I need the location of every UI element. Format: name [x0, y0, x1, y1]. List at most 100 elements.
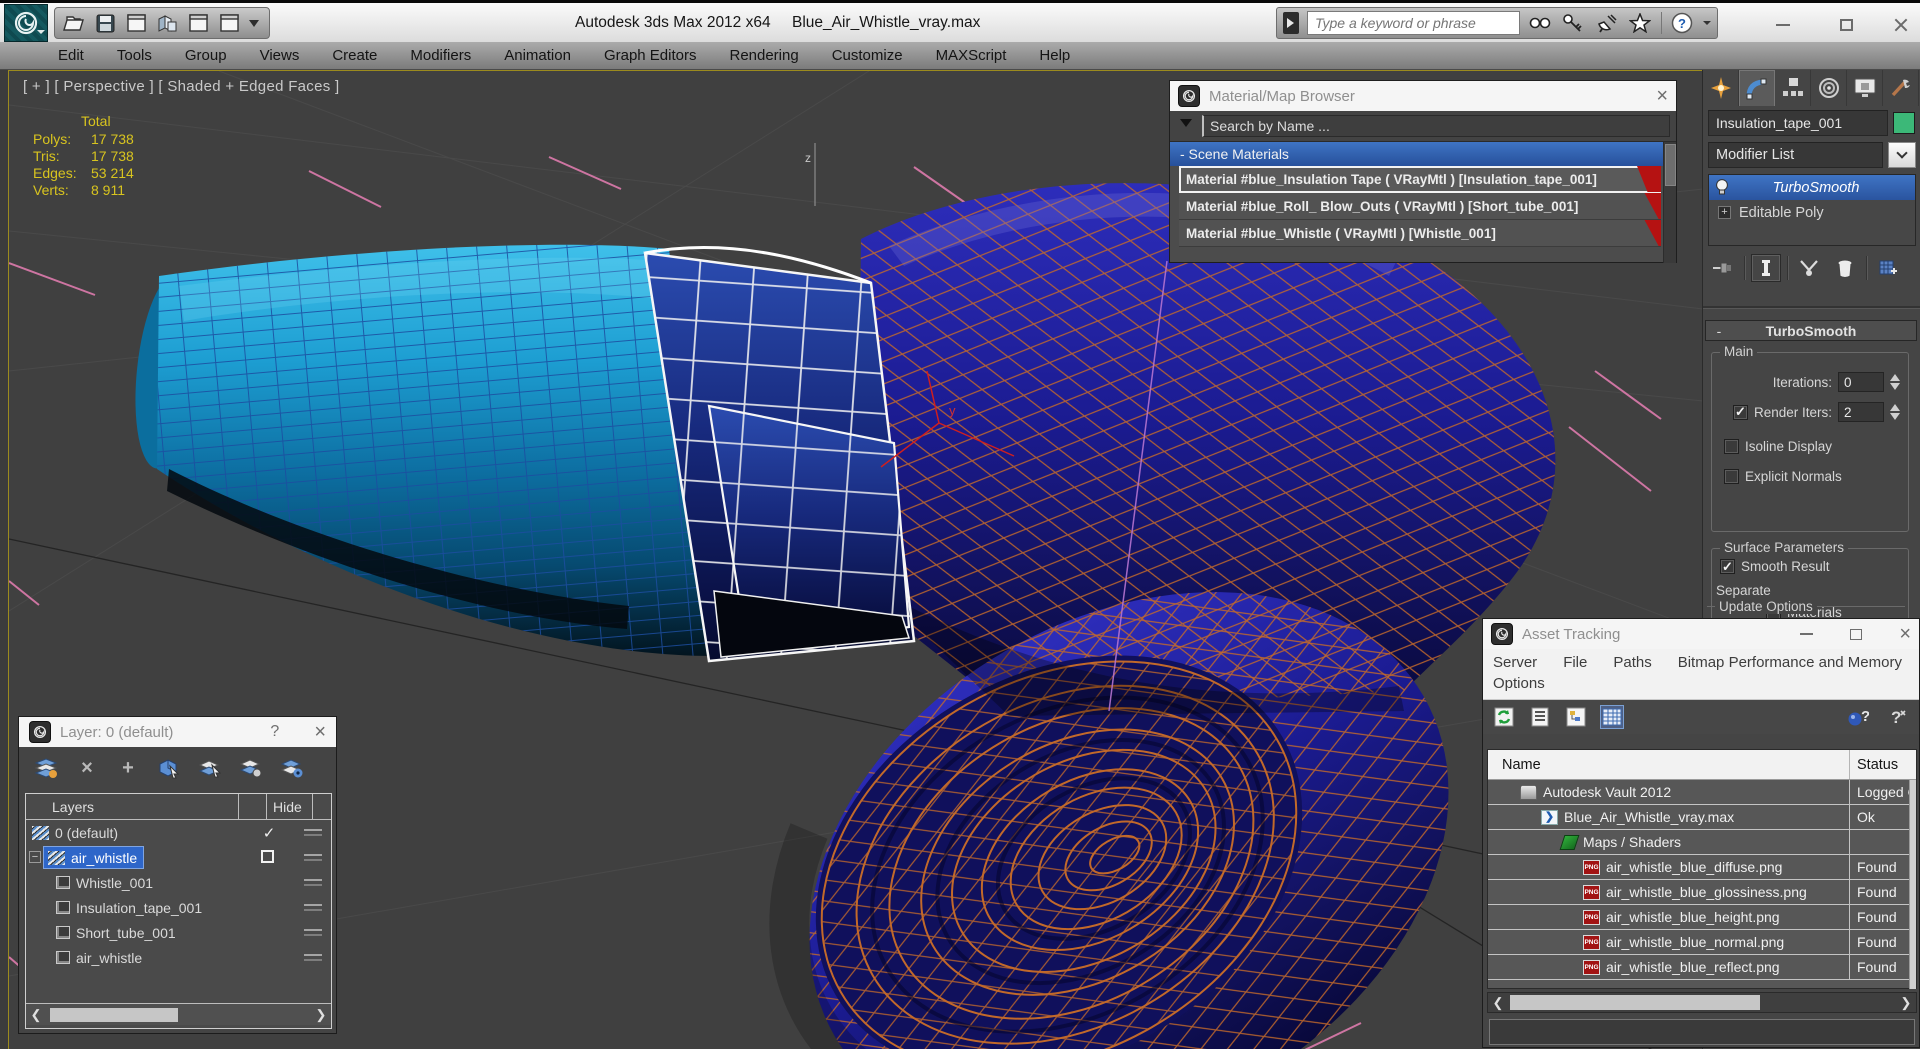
menu-item[interactable]: MAXScript — [936, 47, 1007, 64]
scrollbar-thumb[interactable] — [50, 1007, 178, 1022]
asset-row[interactable]: air_whistle_blue_height.png Found — [1488, 905, 1916, 930]
window-icon-a[interactable] — [187, 13, 209, 33]
show-end-result-icon[interactable] — [1751, 254, 1781, 282]
select-objects-icon[interactable] — [156, 756, 182, 780]
window-icon-b[interactable] — [218, 13, 240, 33]
layer-dash-mark[interactable] — [304, 954, 322, 961]
layer-mark[interactable] — [261, 824, 277, 842]
modifier-list-dropdown[interactable]: Modifier List — [1708, 142, 1884, 168]
remove-modifier-icon[interactable] — [1830, 254, 1860, 282]
layer-dash-mark[interactable] — [304, 879, 322, 886]
material-filter-icon[interactable] — [1176, 116, 1196, 136]
search-icon[interactable] — [1528, 11, 1553, 35]
material-item[interactable]: Material #blue_Insulation Tape ( VRayMtl… — [1179, 166, 1661, 193]
asset-row[interactable]: air_whistle_blue_normal.png Found — [1488, 930, 1916, 955]
make-unique-icon[interactable] — [1794, 254, 1824, 282]
layer-dash-mark[interactable] — [304, 854, 322, 861]
scroll-left-icon[interactable]: ❮ — [26, 1004, 46, 1025]
maximize-button[interactable] — [1831, 15, 1861, 35]
scroll-right-icon[interactable]: ❯ — [311, 1004, 331, 1025]
column-current[interactable] — [238, 794, 266, 819]
asset-vertical-scrollbar[interactable] — [1909, 780, 1916, 989]
highlight-layer-icon[interactable] — [238, 756, 264, 780]
asset-menu-item[interactable]: Paths — [1613, 654, 1651, 671]
material-browser-titlebar[interactable]: Material/Map Browser × — [1170, 81, 1676, 111]
menu-item[interactable]: Animation — [504, 47, 571, 64]
scroll-right-icon[interactable]: ❯ — [1896, 993, 1916, 1012]
asset-row[interactable]: Maps / Shaders — [1488, 830, 1916, 855]
material-item[interactable]: Material #blue_Roll_ Blow_Outs ( VRayMtl… — [1179, 193, 1661, 220]
menu-item[interactable]: Create — [332, 47, 377, 64]
scene-materials-header[interactable]: - Scene Materials — [1170, 142, 1664, 166]
layer-row[interactable]: − Short_tube_001 — [26, 920, 331, 945]
menu-item[interactable]: Customize — [832, 47, 903, 64]
menu-item[interactable]: Views — [260, 47, 300, 64]
object-name-field[interactable]: Insulation_tape_001 — [1708, 110, 1888, 136]
subscription-key-icon[interactable] — [1561, 11, 1586, 35]
layer-dash-mark[interactable] — [304, 929, 322, 936]
column-extra[interactable] — [312, 794, 331, 819]
scrollbar-thumb[interactable] — [1510, 995, 1760, 1010]
column-name[interactable]: Name — [1488, 757, 1849, 773]
asset-row[interactable]: air_whistle_blue_reflect.png Found — [1488, 955, 1916, 980]
help-sphere-icon[interactable]: ? — [1846, 705, 1870, 729]
close-button[interactable] — [1886, 15, 1916, 35]
refresh-icon[interactable] — [1492, 705, 1516, 729]
communication-center-icon[interactable] — [1594, 11, 1619, 35]
viewport-label[interactable]: [ + ] [ Perspective ] [ Shaded + Edged F… — [23, 78, 339, 95]
layer-row[interactable]: − air_whistle — [26, 845, 331, 870]
layer-dash-mark[interactable] — [304, 829, 322, 836]
object-color-swatch[interactable] — [1893, 112, 1915, 134]
help-dropdown-icon[interactable] — [1703, 21, 1711, 29]
layer-row[interactable]: − 0 (default) — [26, 820, 331, 845]
new-scene-icon[interactable] — [125, 13, 147, 33]
configure-modifier-sets-icon[interactable] — [1873, 254, 1903, 282]
tab-create-icon[interactable] — [1703, 70, 1739, 106]
menu-item[interactable]: Help — [1039, 47, 1070, 64]
tab-motion-icon[interactable] — [1811, 70, 1847, 106]
collapse-icon[interactable]: - — [1706, 323, 1732, 339]
modifier-list-chevron-icon[interactable] — [1888, 142, 1916, 168]
expander-icon[interactable]: − — [29, 851, 41, 863]
delete-layer-icon[interactable]: × — [74, 756, 100, 780]
search-input[interactable] — [1307, 11, 1520, 35]
list-view-icon[interactable] — [1528, 705, 1552, 729]
save-file-icon[interactable] — [94, 13, 116, 33]
asset-horizontal-scrollbar[interactable]: ❮ ❯ — [1487, 992, 1917, 1013]
add-to-layer-icon[interactable]: + — [115, 756, 141, 780]
asset-close-icon[interactable]: × — [1899, 624, 1911, 644]
tab-modify-icon[interactable] — [1739, 70, 1775, 106]
layer-row[interactable]: − air_whistle — [26, 945, 331, 970]
render-iters-checkbox[interactable] — [1732, 404, 1748, 420]
app-menu-button[interactable] — [4, 4, 48, 42]
expand-plus-icon[interactable]: + — [1718, 206, 1731, 219]
asset-maximize-icon[interactable] — [1850, 628, 1863, 640]
asset-row[interactable]: Blue_Air_Whistle_vray.max Ok — [1488, 805, 1916, 830]
manage-scenes-icon[interactable] — [156, 13, 178, 33]
layer-panel-titlebar[interactable]: Layer: 0 (default) ? × — [19, 717, 336, 747]
isoline-checkbox[interactable] — [1724, 439, 1739, 454]
toolbar-dropdown-icon[interactable] — [249, 20, 259, 32]
layer-mark[interactable] — [261, 850, 274, 863]
menu-item[interactable]: Modifiers — [410, 47, 471, 64]
render-iters-field[interactable]: 2 — [1838, 402, 1884, 422]
tab-utilities-icon[interactable] — [1883, 70, 1919, 106]
render-iters-spinner[interactable] — [1890, 399, 1900, 425]
layer-properties-icon[interactable] — [279, 756, 305, 780]
layer-horizontal-scrollbar[interactable]: ❮ ❯ — [26, 1003, 331, 1025]
help-icon[interactable]: ? — [1670, 11, 1695, 35]
new-layer-icon[interactable] — [33, 756, 59, 780]
menu-item[interactable]: Edit — [58, 47, 84, 64]
rollout-header[interactable]: - TurboSmooth — [1705, 320, 1917, 341]
tab-hierarchy-icon[interactable] — [1775, 70, 1811, 106]
asset-menu-item[interactable]: Server — [1493, 654, 1537, 671]
asset-row[interactable]: air_whistle_blue_glossiness.png Found — [1488, 880, 1916, 905]
stack-item-turbosmooth[interactable]: TurboSmooth — [1709, 175, 1915, 200]
material-list-scrollbar[interactable] — [1663, 142, 1676, 263]
select-layer-icon[interactable] — [197, 756, 223, 780]
visibility-bulb-icon[interactable] — [1715, 179, 1729, 196]
asset-menu-item[interactable]: Options — [1493, 675, 1545, 692]
scroll-left-icon[interactable]: ❮ — [1488, 993, 1508, 1012]
tab-display-icon[interactable] — [1847, 70, 1883, 106]
open-file-icon[interactable] — [63, 13, 85, 33]
